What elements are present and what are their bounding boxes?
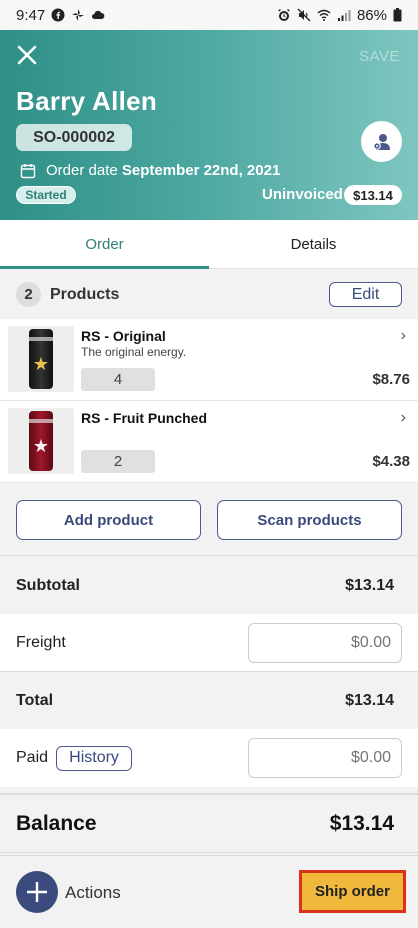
order-date-label: Order date: [46, 162, 118, 179]
product-actions: Add product Scan products: [0, 484, 418, 556]
facebook-icon: [51, 8, 65, 22]
product-row[interactable]: ★ RS - Original The original energy. 4 $…: [0, 319, 418, 401]
signal-icon: [337, 10, 351, 21]
close-icon[interactable]: [14, 42, 40, 68]
tab-order[interactable]: Order: [0, 220, 209, 269]
freight-input[interactable]: [248, 622, 402, 663]
tab-details[interactable]: Details: [209, 220, 418, 268]
total-value: $13.14: [345, 691, 394, 709]
bottom-action-bar: Actions Ship order: [0, 855, 418, 928]
status-badge: Started: [16, 186, 76, 204]
product-description: The original energy.: [81, 345, 187, 359]
order-date-value: September 22nd, 2021: [121, 162, 281, 179]
subtotal-label: Subtotal: [16, 576, 80, 594]
invoice-status: Uninvoiced: [262, 186, 343, 203]
energy-can-icon: ★: [29, 411, 53, 471]
chevron-right-icon: ›: [400, 409, 406, 426]
status-time: 9:47: [16, 6, 46, 24]
ship-order-button[interactable]: Ship order: [299, 870, 406, 913]
paid-input[interactable]: [248, 738, 402, 778]
paid-label: Paid: [16, 749, 49, 766]
paid-row: Paid History: [0, 729, 418, 787]
product-count: 2: [16, 282, 41, 307]
header-total: $13.14: [344, 185, 402, 205]
tab-bar: Order Details: [0, 220, 418, 269]
assign-user-button[interactable]: [361, 121, 402, 162]
order-date-row: Order date September 22nd, 2021: [20, 162, 280, 179]
cloud-icon: [92, 10, 105, 19]
quantity-field[interactable]: 2: [81, 450, 155, 473]
product-price: $8.76: [372, 371, 410, 388]
pinwheel-icon: [72, 9, 85, 21]
customer-name: Barry Allen: [16, 86, 158, 116]
freight-row: Freight: [0, 614, 418, 672]
product-row[interactable]: ★ RS - Fruit Punched 2 $4.38 ›: [0, 401, 418, 483]
total-label: Total: [16, 691, 54, 709]
product-image: ★: [8, 408, 74, 474]
energy-can-icon: ★: [29, 329, 53, 389]
subtotal-row: Subtotal $13.14: [0, 557, 418, 614]
actions-button[interactable]: [16, 871, 58, 913]
balance-label: Balance: [16, 811, 97, 835]
wifi-icon: [317, 9, 331, 21]
alarm-icon: [278, 8, 290, 21]
history-button[interactable]: History: [56, 745, 133, 771]
freight-label: Freight: [16, 633, 66, 651]
product-image: ★: [8, 326, 74, 392]
product-price: $4.38: [372, 453, 410, 470]
product-name: RS - Fruit Punched: [81, 410, 207, 426]
save-button[interactable]: SAVE: [359, 48, 400, 65]
order-number-badge: SO-000002: [16, 124, 132, 151]
person-location-icon: [372, 133, 390, 150]
product-name: RS - Original: [81, 328, 166, 344]
total-row: Total $13.14: [0, 672, 418, 729]
status-bar: 9:47 86%: [0, 0, 418, 30]
balance-value: $13.14: [329, 811, 394, 835]
battery-icon: [393, 8, 402, 22]
add-product-button[interactable]: Add product: [16, 500, 201, 540]
scan-products-button[interactable]: Scan products: [217, 500, 402, 540]
chevron-right-icon: ›: [400, 327, 406, 344]
order-header: SAVE Barry Allen SO-000002 Order date Se…: [0, 30, 418, 220]
balance-row: Balance $13.14: [0, 793, 418, 853]
products-title: Products: [50, 285, 120, 303]
plus-icon: [27, 882, 47, 902]
quantity-field[interactable]: 4: [81, 368, 155, 391]
calendar-icon: [20, 163, 36, 178]
subtotal-value: $13.14: [345, 576, 394, 594]
products-header: 2 Products Edit: [0, 270, 418, 319]
battery-percent: 86%: [356, 6, 387, 24]
actions-label[interactable]: Actions: [65, 883, 121, 903]
edit-products-button[interactable]: Edit: [329, 282, 402, 307]
mute-icon: [297, 8, 311, 22]
